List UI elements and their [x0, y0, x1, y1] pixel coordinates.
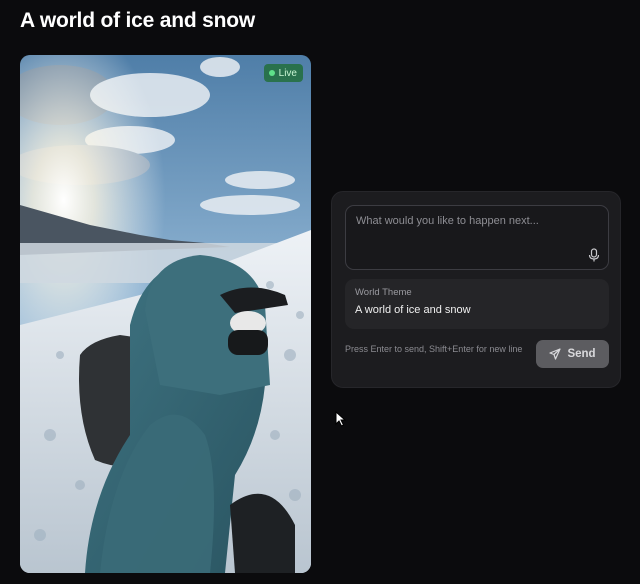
microphone-icon[interactable]: [588, 248, 600, 262]
prompt-input-container: [345, 205, 609, 270]
live-badge: Live: [263, 64, 303, 82]
prompt-input[interactable]: [346, 206, 608, 269]
send-hint: Press Enter to send, Shift+Enter for new…: [345, 344, 523, 354]
send-label: Send: [567, 348, 596, 360]
paper-plane-icon: [549, 348, 562, 360]
send-button[interactable]: Send: [536, 340, 609, 368]
live-indicator-dot: [268, 70, 275, 76]
prompt-panel: World Theme A world of ice and snow Pres…: [331, 191, 621, 388]
world-theme-label: World Theme: [355, 287, 412, 298]
world-theme-value: A world of ice and snow: [355, 304, 471, 316]
live-video-view[interactable]: Live: [20, 55, 311, 573]
snow-mountain-selfie-image: [20, 55, 311, 573]
page-title: A world of ice and snow: [20, 9, 255, 32]
live-label: Live: [278, 67, 297, 79]
mouse-cursor-icon: [335, 411, 346, 427]
world-theme-field[interactable]: World Theme A world of ice and snow: [345, 279, 609, 329]
